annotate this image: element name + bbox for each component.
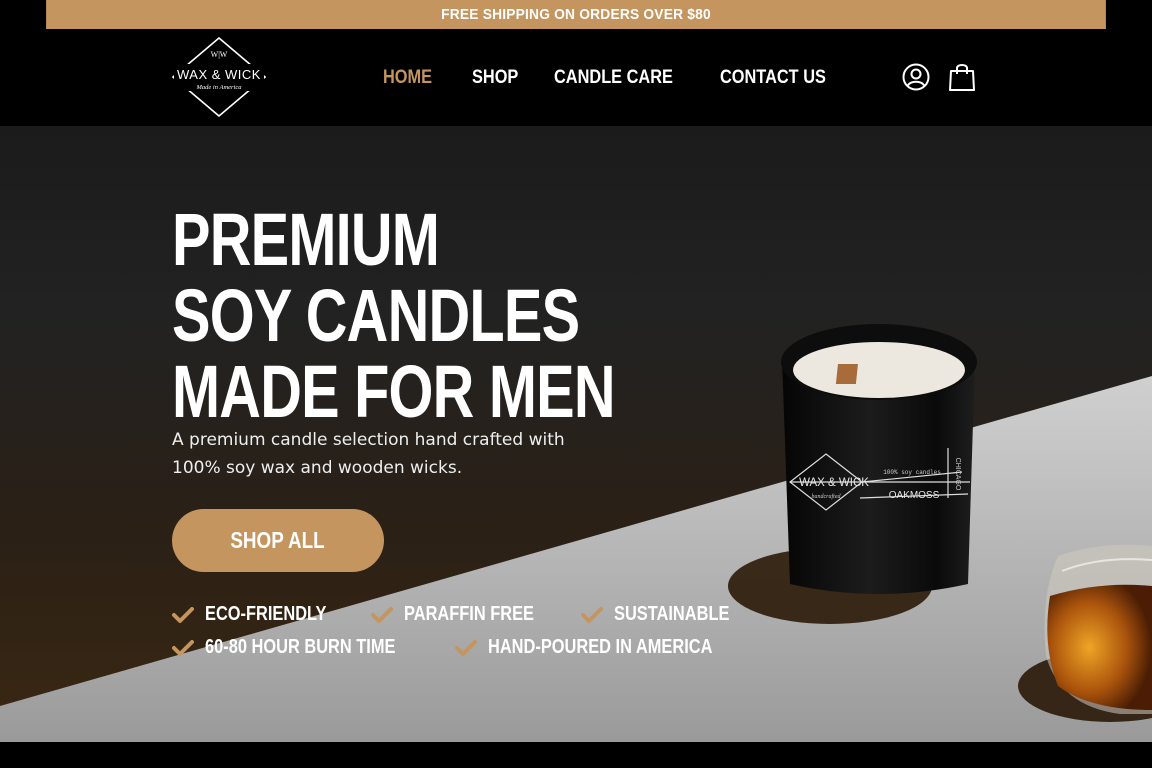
hero-title-line-1: PREMIUM <box>172 198 440 281</box>
promo-text: FREE SHIPPING ON ORDERS OVER $80 <box>441 6 711 23</box>
hero-subtitle: A premium candle selection hand crafted … <box>172 430 565 478</box>
feature-label: SUSTAINABLE <box>613 603 730 625</box>
promo-banner: FREE SHIPPING ON ORDERS OVER $80 <box>46 0 1106 29</box>
logo-tagline: Made in America <box>195 84 241 91</box>
logo-brand: WAX & WICK <box>177 67 261 82</box>
nav-shop[interactable]: SHOP <box>472 67 518 89</box>
check-icon <box>580 606 603 623</box>
check-icon <box>371 606 394 623</box>
check-icon <box>172 606 194 623</box>
header-actions <box>902 62 976 92</box>
feature-item: PARAFFIN FREE <box>371 603 563 626</box>
feature-label: 60-80 HOUR BURN TIME <box>205 636 396 658</box>
check-icon <box>172 639 194 656</box>
feature-label: ECO-FRIENDLY <box>205 603 327 625</box>
feature-label: HAND-POURED IN AMERICA <box>488 636 713 658</box>
site-header: W|W WAX & WICK Made in America HOME SHOP… <box>0 29 1152 126</box>
hero-content: PREMIUM SOY CANDLES MADE FOR MEN A premi… <box>172 198 729 658</box>
candle-label-city: CHICAGO <box>954 458 961 491</box>
candle-label-scent: OAKMOSS <box>889 490 940 501</box>
user-circle-icon[interactable] <box>902 62 930 92</box>
shop-all-label: SHOP ALL <box>230 527 326 553</box>
feature-item: 60-80 HOUR BURN TIME <box>172 636 437 659</box>
hero-title-line-3: MADE FOR MEN <box>172 350 616 433</box>
feature-list: ECO-FRIENDLY PARAFFIN FREE SUSTAINABLE 6… <box>172 598 729 664</box>
candle-label-sub: handcrafted <box>812 493 842 500</box>
brand-logo[interactable]: W|W WAX & WICK Made in America <box>172 37 266 117</box>
feature-label: PARAFFIN FREE <box>404 603 535 625</box>
page-bottom-strip <box>0 742 1152 768</box>
shopping-bag-icon[interactable] <box>948 62 976 92</box>
hero-title: PREMIUM SOY CANDLES MADE FOR MEN <box>172 198 616 433</box>
hero-title-line-2: SOY CANDLES <box>172 274 580 357</box>
feature-row: 60-80 HOUR BURN TIME HAND-POURED IN AMER… <box>172 631 713 664</box>
shop-all-button[interactable]: SHOP ALL <box>172 509 384 572</box>
feature-item: ECO-FRIENDLY <box>172 603 353 626</box>
candle-label-type: 100% soy candles <box>883 469 941 476</box>
check-icon <box>455 639 478 656</box>
main-nav: HOME SHOP CANDLE CARE CONTACT US <box>383 29 885 126</box>
feature-row: ECO-FRIENDLY PARAFFIN FREE SUSTAINABLE <box>172 598 729 631</box>
hero-section: WAX & WICK handcrafted 100% soy candles … <box>0 126 1152 742</box>
logo-monogram: W|W <box>211 50 228 59</box>
nav-contact-us[interactable]: CONTACT US <box>720 67 826 89</box>
nav-candle-care[interactable]: CANDLE CARE <box>554 67 673 89</box>
candle-label-brand: WAX & WICK <box>799 477 869 489</box>
feature-item: SUSTAINABLE <box>580 603 755 626</box>
feature-item: HAND-POURED IN AMERICA <box>455 636 762 659</box>
nav-home[interactable]: HOME <box>383 67 432 89</box>
